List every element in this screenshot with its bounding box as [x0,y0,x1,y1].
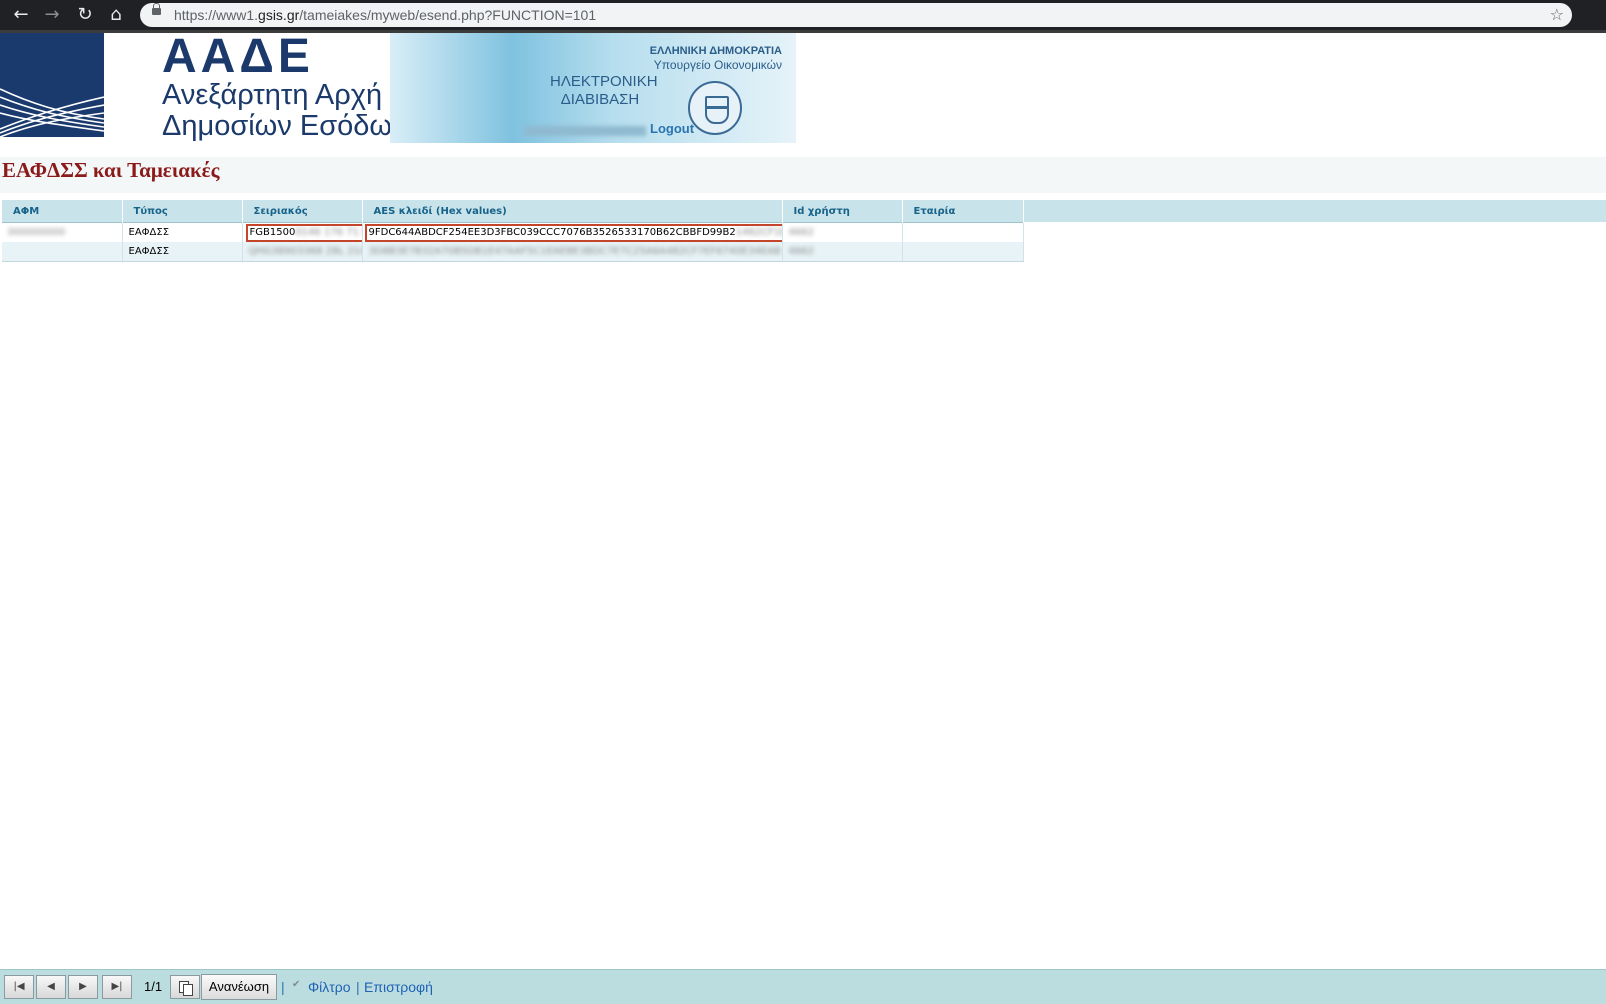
cell-aes-key: 9FDC644ABDCF254EE3D3FBC039CCC7076B352653… [362,222,783,242]
bookmark-star-icon[interactable]: ☆ [1550,3,1564,27]
back-link[interactable]: Επιστροφή [364,970,433,1004]
home-icon[interactable]: ⌂ [101,0,131,30]
cell-company [902,222,1024,242]
filter-checkbox-icon[interactable]: ✔ [292,980,302,990]
brand-subtitle-line2: Δημοσίων Εσόδων [162,110,407,142]
cell-type: ΕΑΦΔΣΣ [122,242,243,262]
cell-serial: QHG38903368 28L 214 [242,242,363,262]
address-bar[interactable]: https://www1.gsis.gr/tameiakes/myweb/ese… [140,3,1572,27]
last-page-icon[interactable]: ▶| [102,975,132,999]
forward-arrow-icon[interactable]: → [37,0,67,30]
lock-icon [152,3,161,15]
page-indicator: 1/1 [144,979,163,994]
aes-key-highlight: 9FDC644ABDCF254EE3D3FBC039CCC7076B352653… [364,223,781,242]
column-header-serial[interactable]: Σειριακός [242,200,363,223]
reload-icon[interactable]: ↻ [70,0,100,30]
browser-toolbar: ← → ↻ ⌂ https://www1.gsis.gr/tameiakes/m… [0,0,1606,30]
brand-subtitle-line1: Ανεξάρτητη Αρχή [162,79,383,111]
username-redacted [524,126,646,136]
table-row[interactable]: 000000000 ΕΑΦΔΣΣ FGB15000146 176 71 6 9F… [2,222,1024,242]
previous-page-icon[interactable]: ◀ [36,975,66,999]
ministry-label: Υπουργείο Οικονομικών [653,58,782,72]
service-label: ΗΛΕΚΤΡΟΝΙΚΗ ΔΙΑΒΙΒΑΣΗ [550,73,658,109]
copy-icon[interactable] [170,975,200,999]
greek-emblem-icon [688,81,742,135]
column-header-user-id[interactable]: Id χρήστη [782,200,903,223]
logout-link[interactable]: Logout [650,121,694,136]
cell-serial: FGB15000146 176 71 6 [242,222,363,242]
back-arrow-icon[interactable]: ← [6,0,36,30]
address-url[interactable]: https://www1.gsis.gr/tameiakes/myweb/ese… [174,3,596,27]
cell-type: ΕΑΦΔΣΣ [122,222,243,242]
separator: | [281,979,285,995]
table-header-row: ΑΦΜ Τύπος Σειριακός AES κλειδί (Hex valu… [2,200,1024,223]
site-header: ΑΑΔΕ Ανεξάρτητη Αρχή Δημοσίων Εσόδων ΕΛΛ… [0,30,1606,157]
next-page-icon[interactable]: ▶ [68,975,98,999]
cell-user-id: 4662 [782,242,903,262]
table-header-extension [1023,200,1606,222]
service-line1: ΗΛΕΚΤΡΟΝΙΚΗ [550,73,658,90]
cell-company [902,242,1024,262]
filter-link[interactable]: Φίλτρο [308,970,351,1004]
republic-label: ΕΛΛΗΝΙΚΗ ΔΗΜΟΚΡΑΤΙΑ [649,45,782,57]
devices-table: ΑΦΜ Τύπος Σειριακός AES κλειδί (Hex valu… [2,200,1024,262]
column-header-afm[interactable]: ΑΦΜ [2,200,123,223]
cell-user-id: 4662 [782,222,903,242]
column-header-type[interactable]: Τύπος [122,200,243,223]
table-row[interactable]: ΕΑΦΔΣΣ QHG38903368 28L 214 3D8B3E7B32A70… [2,242,1024,262]
serial-highlight: FGB15000146 176 71 6 [245,223,361,242]
cell-afm: 000000000 [2,222,123,242]
cell-aes-key: 3D8B3E7B32A70B5DB1E47AAF5C1EAEBE3BDC7E7C… [362,242,783,262]
page-title: ΕΑΦΔΣΣ και Ταμειακές [2,158,220,182]
first-page-icon[interactable]: |◀ [4,975,34,999]
separator: | [356,979,360,995]
refresh-button[interactable]: Ανανέωση [201,974,277,1000]
column-header-aes-key[interactable]: AES κλειδί (Hex values) [362,200,783,223]
cell-afm [2,242,123,262]
government-banner: ΕΛΛΗΝΙΚΗ ΔΗΜΟΚΡΑΤΙΑ Υπουργείο Οικονομικώ… [390,33,796,143]
title-bar: ΕΑΦΔΣΣ και Ταμειακές [0,157,1606,193]
pager-toolbar: |◀ ◀ ▶ ▶| 1/1 Ανανέωση | ✔ Φίλτρο | Επισ… [0,969,1606,1004]
brand-title: ΑΑΔΕ [162,30,314,83]
service-line2: ΔΙΑΒΙΒΑΣΗ [560,91,640,108]
aade-logo-icon [0,33,104,137]
column-header-company[interactable]: Εταιρία [902,200,1024,223]
